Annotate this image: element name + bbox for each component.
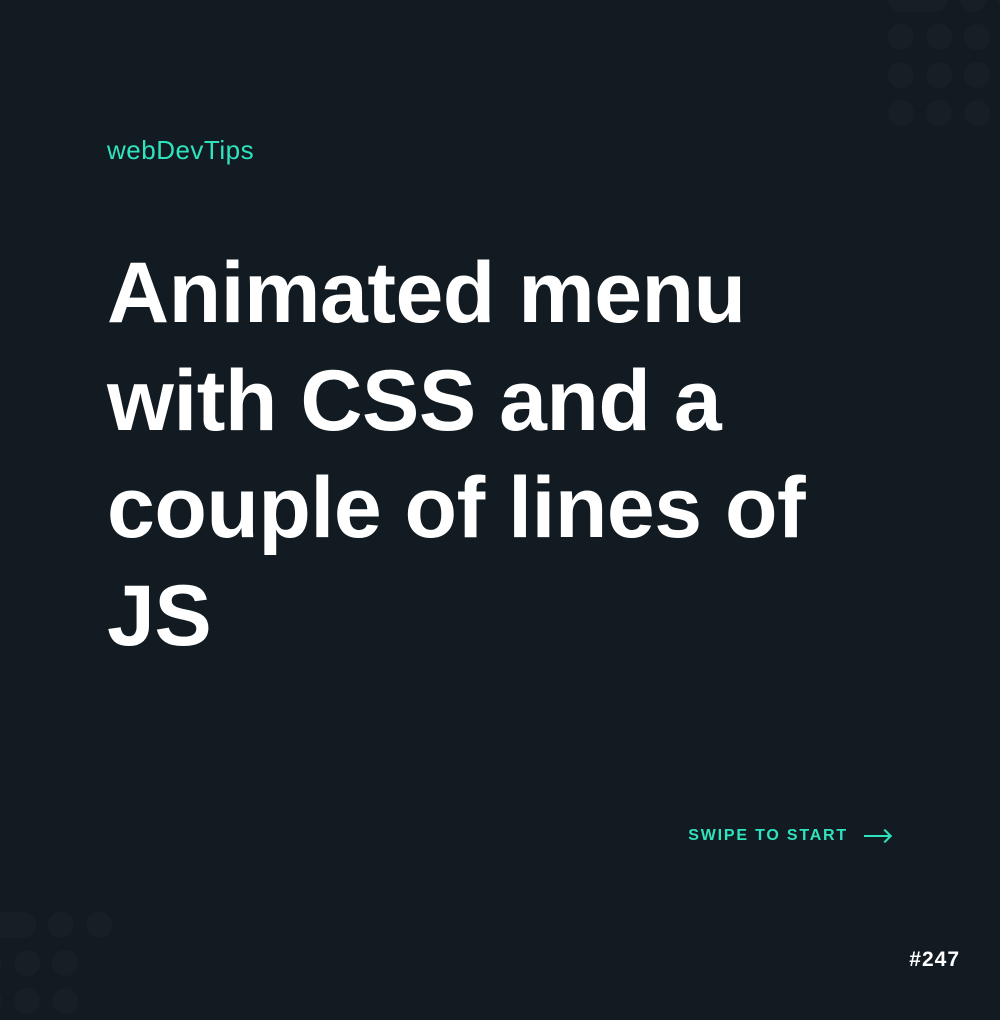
tip-number-badge: #247 — [909, 948, 960, 972]
swipe-cta-label: SWIPE TO START — [688, 827, 848, 845]
arrow-right-icon — [864, 835, 890, 837]
swipe-to-start-cta[interactable]: SWIPE TO START — [688, 827, 890, 845]
page-title: Animated menu with CSS and a couple of l… — [107, 240, 920, 670]
decoration-top-right — [882, 0, 1000, 132]
brand-label: webDevTips — [107, 135, 254, 166]
decoration-bottom-left — [0, 906, 118, 1020]
